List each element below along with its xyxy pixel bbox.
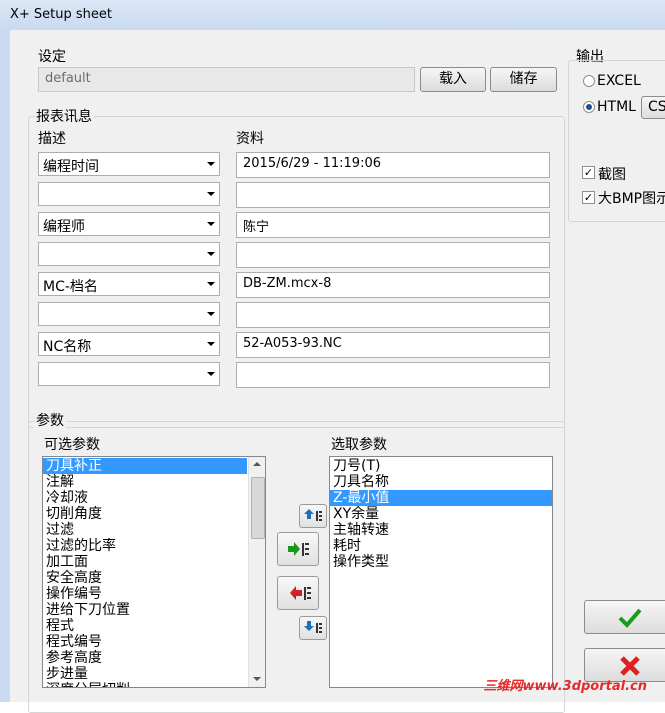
data-field[interactable]: 52-A053-93.NC: [236, 332, 550, 358]
remove-param-button[interactable]: [277, 576, 319, 610]
chevron-down-icon[interactable]: [207, 162, 215, 166]
available-param-item[interactable]: 切削角度: [43, 506, 247, 522]
params-title: 参数: [34, 410, 66, 430]
description-combo-value: 编程时间: [43, 159, 99, 175]
description-combo[interactable]: MC-档名: [38, 272, 220, 296]
chevron-down-icon[interactable]: [207, 192, 215, 196]
screenshot-checkbox[interactable]: ✓: [582, 166, 595, 179]
scroll-up-icon[interactable]: [253, 462, 261, 466]
description-combo[interactable]: NC名称: [38, 332, 220, 356]
add-param-button[interactable]: [277, 532, 319, 566]
available-param-item[interactable]: 注解: [43, 474, 247, 490]
excel-radio[interactable]: [583, 75, 595, 87]
selected-param-item[interactable]: 耗时: [330, 538, 552, 554]
data-header: 资料: [236, 131, 264, 147]
description-combo-value: MC-档名: [43, 279, 98, 295]
selected-param-item[interactable]: 刀具名称: [330, 474, 552, 490]
available-param-item[interactable]: 冷却液: [43, 490, 247, 506]
description-combo[interactable]: 编程时间: [38, 152, 220, 176]
available-param-item[interactable]: 参考高度: [43, 650, 247, 666]
selected-param-item[interactable]: XY余量: [330, 506, 552, 522]
selected-param-item[interactable]: 刀号(T): [330, 458, 552, 474]
description-combo[interactable]: [38, 182, 220, 206]
html-radio[interactable]: [583, 101, 595, 113]
watermark: 三维网www.3dportal.cn: [483, 679, 647, 694]
available-param-item[interactable]: 过滤: [43, 522, 247, 538]
screenshot-label: 截图: [598, 167, 626, 183]
selected-param-item[interactable]: Z-最小值: [330, 490, 552, 506]
available-param-item[interactable]: 安全高度: [43, 570, 247, 586]
available-param-item[interactable]: 加工面: [43, 554, 247, 570]
available-param-item[interactable]: 操作编号: [43, 586, 247, 602]
data-field[interactable]: [236, 362, 550, 388]
save-button[interactable]: 储存: [490, 67, 557, 92]
available-param-item[interactable]: 步进量: [43, 666, 247, 682]
data-field[interactable]: [236, 302, 550, 328]
description-combo-value: 编程师: [43, 219, 85, 235]
available-param-item[interactable]: 刀具补正: [43, 458, 247, 474]
css-button[interactable]: CS: [641, 96, 665, 119]
available-param-item[interactable]: 程式: [43, 618, 247, 634]
data-field[interactable]: 2015/6/29 - 11:19:06: [236, 152, 550, 178]
arrow-left-remove-icon: [290, 586, 311, 600]
description-combo[interactable]: [38, 242, 220, 266]
settings-title: 设定: [38, 49, 66, 65]
chevron-down-icon[interactable]: [207, 312, 215, 316]
available-param-item[interactable]: 过滤的比率: [43, 538, 247, 554]
available-param-item[interactable]: 程式编号: [43, 634, 247, 650]
available-param-item[interactable]: 进给下刀位置: [43, 602, 247, 618]
description-header: 描述: [38, 131, 66, 147]
description-combo[interactable]: 编程师: [38, 212, 220, 236]
chevron-down-icon[interactable]: [207, 342, 215, 346]
dialog-client: 设定 default 载入 储存 报表讯息 描述 资料 编程时间 2015/6/2…: [10, 30, 665, 713]
description-combo-value: NC名称: [43, 339, 92, 355]
chevron-down-icon[interactable]: [207, 282, 215, 286]
selected-params-title: 选取参数: [331, 437, 387, 453]
data-field[interactable]: [236, 182, 550, 208]
arrow-right-add-icon: [288, 542, 309, 556]
window-title: X+ Setup sheet: [10, 7, 113, 22]
description-combo[interactable]: [38, 302, 220, 326]
load-button[interactable]: 载入: [420, 67, 486, 92]
chevron-down-icon[interactable]: [207, 222, 215, 226]
available-param-item[interactable]: 深度分层切削: [43, 682, 247, 687]
html-label: HTML: [597, 99, 636, 115]
ok-button[interactable]: [584, 600, 665, 634]
excel-label: EXCEL: [597, 73, 641, 89]
data-field[interactable]: DB-ZM.mcx-8: [236, 272, 550, 298]
available-params-title: 可选参数: [44, 437, 100, 453]
checkmark-icon: [618, 608, 642, 628]
move-down-button[interactable]: [299, 616, 327, 640]
chevron-down-icon[interactable]: [207, 252, 215, 256]
available-scrollbar[interactable]: [248, 457, 265, 687]
scroll-thumb[interactable]: [251, 477, 265, 539]
selected-param-item[interactable]: 操作类型: [330, 554, 552, 570]
move-up-button[interactable]: [299, 504, 327, 528]
report-title: 报表讯息: [34, 106, 94, 126]
move-up-icon: [304, 509, 322, 521]
window-frame: [0, 30, 10, 702]
description-combo[interactable]: [38, 362, 220, 386]
data-field[interactable]: 陈宁: [236, 212, 550, 238]
scroll-down-icon[interactable]: [253, 677, 261, 681]
title-bar: X+ Setup sheet: [0, 0, 665, 31]
data-field[interactable]: [236, 242, 550, 268]
available-params-list[interactable]: 刀具补正 注解 冷却液 切削角度 过滤 过滤的比率 加工面 安全高度 操作编号 进给下刀位置 程式程…: [42, 456, 266, 688]
setting-name-field[interactable]: default: [38, 67, 415, 92]
selected-params-list[interactable]: 刀号(T) 刀具名称 Z-最小值 XY余量 主轴转速 耗时 操作类型: [329, 456, 553, 688]
large-bmp-label: 大BMP图示: [598, 191, 665, 207]
selected-param-item[interactable]: 主轴转速: [330, 522, 552, 538]
selected-items: 刀号(T) 刀具名称 Z-最小值 XY余量 主轴转速 耗时 操作类型: [330, 458, 552, 570]
large-bmp-checkbox[interactable]: ✓: [582, 191, 595, 204]
move-down-icon: [304, 621, 322, 633]
available-items: 刀具补正 注解 冷却液 切削角度 过滤 过滤的比率 加工面 安全高度 操作编号 进给下刀位置 程式程…: [43, 458, 247, 687]
chevron-down-icon[interactable]: [207, 372, 215, 376]
